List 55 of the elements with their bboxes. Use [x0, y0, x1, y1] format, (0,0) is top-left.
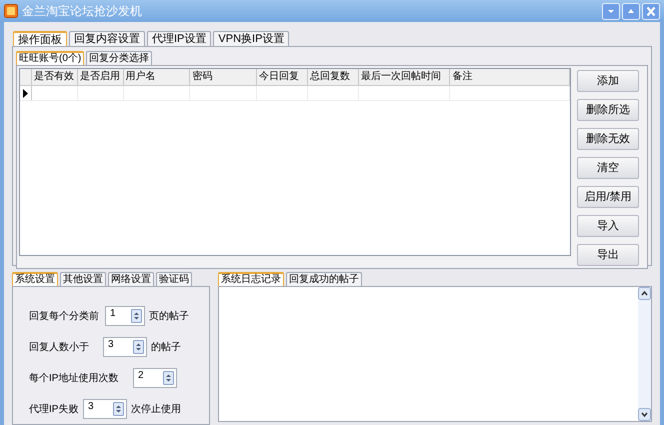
row-pointer-icon	[22, 88, 28, 98]
field-value: 3	[108, 338, 115, 352]
window-title: 金兰淘宝论坛抢沙发机	[22, 3, 143, 20]
tab[interactable]: 操作面板	[13, 31, 67, 46]
tab[interactable]: VPN换IP设置	[213, 31, 290, 46]
action-button[interactable]: 导入	[577, 215, 639, 237]
scroll-down-icon[interactable]	[638, 408, 651, 421]
spin-field[interactable]: 2	[133, 368, 177, 388]
column-header[interactable]: 是否启用	[78, 69, 124, 85]
column-header[interactable]: 备注	[450, 69, 570, 85]
scrollbar[interactable]	[638, 287, 651, 421]
maximize-icon[interactable]	[622, 2, 640, 20]
action-button[interactable]: 删除无效	[577, 128, 639, 150]
tab[interactable]: 网络设置	[108, 272, 154, 286]
tab[interactable]: 代理IP设置	[147, 31, 212, 46]
field-value: 1	[110, 307, 117, 321]
spin-field[interactable]: 3	[103, 337, 147, 357]
spinner-icon[interactable]	[133, 340, 144, 354]
setting-label: 回复人数小于	[29, 340, 90, 354]
column-header[interactable]: 最后一次回帖时间	[358, 69, 450, 85]
action-button[interactable]: 删除所选	[577, 99, 639, 121]
tab[interactable]: 旺旺账号(0个)	[16, 51, 84, 65]
field-value: 2	[138, 369, 145, 383]
setting-label: 页的帖子	[149, 310, 189, 324]
tab[interactable]: 回复内容设置	[69, 31, 145, 46]
tab[interactable]: 验证码	[156, 272, 192, 286]
spinner-icon[interactable]	[113, 402, 124, 416]
spinner-icon[interactable]	[131, 309, 142, 323]
action-button[interactable]: 清空	[577, 157, 639, 179]
spin-field[interactable]: 3	[83, 399, 127, 419]
scroll-up-icon[interactable]	[638, 287, 651, 300]
close-icon[interactable]	[642, 2, 660, 20]
column-header[interactable]: 用户名	[124, 69, 190, 85]
column-header[interactable]: 今日回复	[257, 69, 308, 85]
action-button[interactable]: 添加	[577, 70, 639, 92]
column-header[interactable]: 是否有效	[32, 69, 78, 85]
tab[interactable]: 系统设置	[12, 272, 58, 286]
field-value: 3	[88, 400, 95, 414]
tab[interactable]: 系统日志记录	[218, 272, 284, 286]
column-header[interactable]: 密码	[190, 69, 258, 85]
action-button[interactable]: 启用/禁用	[577, 186, 639, 208]
column-header[interactable]: 总回复数	[308, 69, 359, 85]
tab[interactable]: 其他设置	[60, 272, 106, 286]
spinner-icon[interactable]	[163, 371, 174, 385]
setting-label: 回复每个分类前	[29, 310, 100, 324]
app-icon	[4, 4, 18, 18]
setting-label: 次停止使用	[131, 402, 181, 416]
setting-label: 每个IP地址使用次数	[29, 372, 120, 386]
setting-label: 代理IP失败	[29, 402, 79, 416]
minimize-icon[interactable]	[602, 2, 620, 20]
spin-field[interactable]: 1	[105, 306, 145, 326]
tab[interactable]: 回复成功的帖子	[286, 272, 362, 286]
action-button[interactable]: 导出	[577, 244, 639, 266]
tab[interactable]: 回复分类选择	[86, 51, 152, 65]
setting-label: 的帖子	[151, 340, 181, 354]
